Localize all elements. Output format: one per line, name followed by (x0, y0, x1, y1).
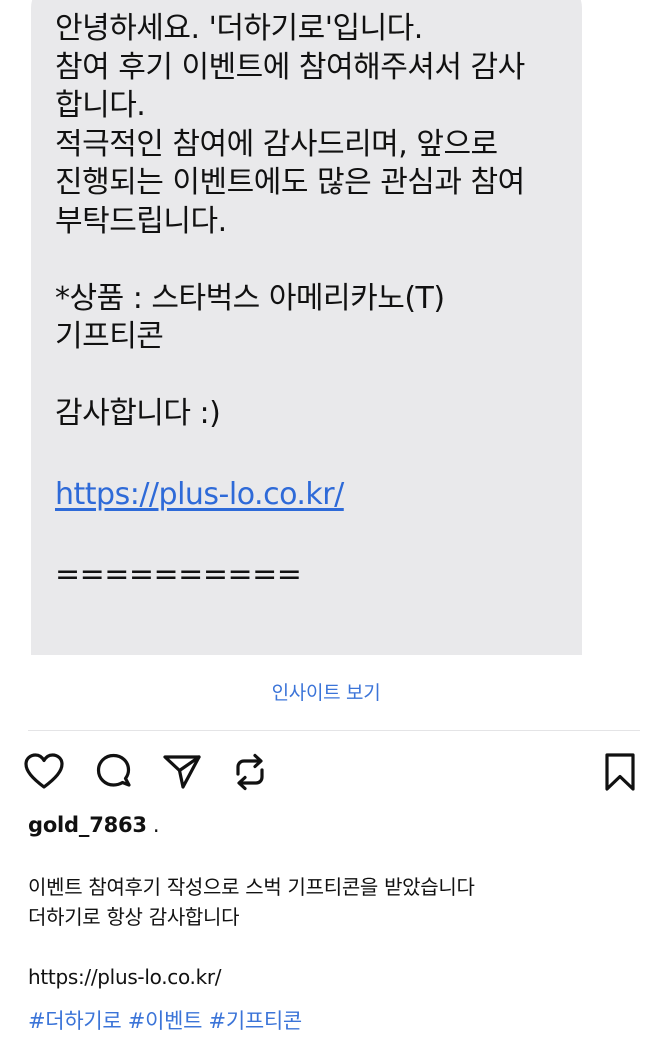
message-line: 참여 후기 이벤트에 참여해주셔서 감사 (55, 49, 525, 85)
caption-line: 더하기로 항상 감사합니다 (28, 905, 240, 929)
bookmark-icon[interactable] (598, 748, 642, 796)
divider (28, 730, 640, 731)
comment-icon[interactable] (92, 748, 136, 796)
send-icon[interactable] (160, 748, 204, 796)
send-icon-glyph (163, 755, 201, 789)
hashtag-list: #더하기로 #이벤트 #기프티콘 (28, 1006, 628, 1036)
hashtag-link[interactable]: #기프티콘 (209, 1009, 303, 1033)
message-line: 기프티콘 (55, 319, 164, 354)
username-suffix: . (152, 813, 160, 837)
hashtag-link[interactable]: #이벤트 (128, 1009, 203, 1033)
message-line: 적극적인 참여에 감사드리며, 앞으로 (55, 126, 498, 162)
hashtag-link[interactable]: #더하기로 (28, 1009, 122, 1033)
heart-icon-glyph (24, 753, 64, 789)
message-line: 감사합니다 :) (55, 396, 221, 431)
caption-url[interactable]: https://plus-lo.co.kr/ (28, 962, 628, 992)
bookmark-icon-glyph (605, 753, 635, 791)
username-link[interactable]: gold_7863 (28, 813, 147, 837)
message-line: 진행되는 이벤트에도 많은 관심과 참여 (55, 165, 525, 200)
post-author: gold_7863. (28, 813, 160, 837)
message-link[interactable]: https://plus-lo.co.kr/ (55, 476, 344, 515)
comment-icon-glyph (96, 753, 131, 787)
repost-icon[interactable] (228, 748, 272, 796)
caption-line: 이벤트 참여후기 작성으로 스벅 기프티콘을 받았습니다 (28, 875, 475, 899)
repost-icon-glyph (236, 753, 264, 791)
message-line: 부탁드립니다. (55, 203, 227, 239)
message-line: 합니다. (55, 88, 146, 123)
view-insights-link[interactable]: 인사이트 보기 (0, 678, 652, 705)
post-action-bar (0, 748, 652, 798)
post-caption: 이벤트 참여후기 작성으로 스벅 기프티콘을 받았습니다 더하기로 항상 감사합… (28, 872, 628, 1036)
message-line: *상품 : 스타벅스 아메리카노(T) (55, 280, 445, 316)
message-separator: ========== (55, 557, 302, 592)
heart-icon[interactable] (22, 748, 66, 796)
message-line: 안녕하세요. '더하기로'입니다. (55, 11, 423, 46)
message-bubble: 안녕하세요. '더하기로'입니다. 참여 후기 이벤트에 참여해주셔서 감사 합… (31, 0, 582, 655)
